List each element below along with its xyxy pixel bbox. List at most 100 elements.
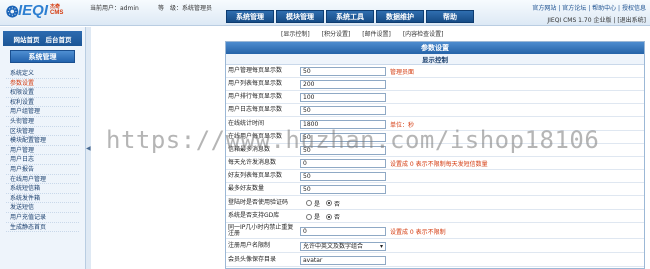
- sidebar: 网站首页 后台首页 系统管理 系统定义 参数设置 权限设置 权利设置 用户组管理…: [0, 27, 86, 269]
- logo-sub: 杰奇: [50, 4, 61, 10]
- setting-row: 用户日志每页显示数 50: [226, 105, 644, 117]
- radio-label: 是: [314, 200, 321, 208]
- nav-tab-modules[interactable]: 模块管理: [276, 10, 324, 23]
- sidebar-menu: 系统定义 参数设置 权限设置 权利设置 用户组管理 头衔管理 区块管理 模块配置…: [6, 69, 79, 233]
- setting-row: 会员头像保存目录 avatar: [226, 254, 644, 267]
- user-list-per-page-input[interactable]: 200: [300, 80, 386, 89]
- radio-label: 是: [314, 214, 321, 221]
- help-center-link[interactable]: 帮助中心: [592, 5, 616, 12]
- top-links: 官方网站 | 官方论坛 | 帮助中心 | 授权信息: [532, 5, 646, 12]
- user-manage-per-page-input[interactable]: 50: [300, 67, 386, 76]
- watermark-text: https://www.huzhan.com/ishop18106: [106, 126, 600, 154]
- official-site-link[interactable]: 官方网站: [532, 5, 556, 12]
- setting-label: 好友列表每页显示数: [228, 172, 283, 180]
- version-text: JIEQI CMS 1.70 企业版: [547, 17, 612, 24]
- setting-row: 用户管理每页显示数 50 管理员面: [226, 66, 644, 78]
- subtab-mail[interactable]: [邮件设置]: [362, 31, 391, 38]
- setting-row: 好友列表每页显示数 50: [226, 171, 644, 183]
- setting-label: 用户管理每页显示数: [228, 67, 283, 75]
- avatar-dir-input[interactable]: avatar: [300, 255, 386, 265]
- main-nav: 系统管理 模块管理 系统工具 数据维护 帮助: [226, 10, 476, 24]
- logo-cms: CMS: [50, 10, 64, 16]
- radio-label: 否: [334, 200, 341, 208]
- ip-register-limit-input[interactable]: 0: [300, 226, 386, 236]
- user-log-per-page-input[interactable]: 50: [300, 106, 386, 115]
- sidebar-item-inbox[interactable]: 系统短信箱: [6, 184, 79, 194]
- friends-per-page-input[interactable]: 50: [300, 172, 386, 181]
- radio-label: 否: [334, 214, 341, 221]
- nav-tab-data[interactable]: 数据维护: [376, 10, 424, 23]
- collapse-arrow-icon[interactable]: ◀: [86, 145, 91, 152]
- setting-row: 用户排行每页显示数 100: [226, 92, 644, 104]
- settings-panel: 参数设置 显示控制 用户管理每页显示数 50 管理员面 用户列表每页显示数 200…: [225, 41, 645, 269]
- sidebar-item-static-home[interactable]: 生成静态首页: [6, 223, 79, 233]
- sidebar-item-system-definition[interactable]: 系统定义: [6, 69, 79, 79]
- nav-tab-system[interactable]: 系统管理: [226, 10, 274, 23]
- setting-note: 设置成 0 表示不限制每天发短信数量: [390, 161, 488, 168]
- setting-label: 用户排行每页显示数: [228, 93, 283, 101]
- dropdown-arrow-icon: ▾: [379, 242, 383, 250]
- setting-label: 注册用户名限制: [228, 241, 271, 249]
- panel-subtitle: 显示控制: [226, 54, 644, 65]
- max-friends-input[interactable]: 50: [300, 185, 386, 194]
- setting-label: 同一IP几小时内禁止重复注册: [228, 223, 294, 237]
- gd-support-no-radio[interactable]: [326, 213, 333, 220]
- logout-link[interactable]: [退出系统]: [617, 17, 646, 24]
- setting-row: 用户列表每页显示数 200: [226, 79, 644, 91]
- setting-note: 管理员面: [390, 69, 415, 76]
- subtab-points[interactable]: [积分设置]: [322, 31, 351, 38]
- sidebar-item-titles[interactable]: 头衔管理: [6, 117, 79, 127]
- nav-tab-tools[interactable]: 系统工具: [326, 10, 374, 23]
- sidebar-item-recharge-log[interactable]: 用户充值记录: [6, 213, 79, 223]
- official-forum-link[interactable]: 官方论坛: [562, 5, 586, 12]
- setting-label: 用户列表每页显示数: [228, 80, 283, 88]
- admin-home-link[interactable]: 后台首页: [46, 34, 72, 44]
- nav-tab-help[interactable]: 帮助: [426, 10, 474, 23]
- sidebar-item-outbox[interactable]: 系统发件箱: [6, 194, 79, 204]
- sidebar-item-online-users[interactable]: 在线用户管理: [6, 175, 79, 185]
- subtab-display-control[interactable]: [显示控制]: [281, 31, 310, 38]
- setting-label: 系统是否支持GD库: [228, 212, 280, 220]
- setting-label: 会员头像保存目录: [228, 255, 277, 263]
- setting-row: 登陆时是否使用验证码 是 否: [226, 197, 644, 210]
- user-rank: 等 级：系统管理员: [158, 5, 213, 12]
- setting-row: 系统是否支持GD库 是 否: [226, 211, 644, 223]
- setting-label: 最多好友数量: [228, 185, 265, 193]
- sidebar-item-blocks[interactable]: 区块管理: [6, 127, 79, 137]
- gd-support-yes-radio[interactable]: [306, 213, 312, 220]
- sidebar-item-module-config[interactable]: 模块配置管理: [6, 136, 79, 146]
- site-home-link[interactable]: 网站首页: [14, 34, 40, 44]
- setting-note: 设置成 0 表示不限制: [390, 228, 446, 236]
- sidebar-item-parameter-settings[interactable]: 参数设置: [6, 79, 79, 89]
- license-info-link[interactable]: 授权信息: [622, 5, 646, 12]
- sidebar-item-user-reports[interactable]: 用户报告: [6, 165, 79, 175]
- subtab-content-check[interactable]: [内容检查设置]: [403, 31, 444, 38]
- login-captcha-no-radio[interactable]: [326, 200, 333, 206]
- sidebar-item-user-groups[interactable]: 用户组管理: [6, 107, 79, 117]
- system-management-button[interactable]: 系统管理: [10, 50, 75, 63]
- logo-symbol-icon: ❂: [6, 3, 19, 21]
- username-restriction-select[interactable]: 允许中英文及数字组合 ▾: [300, 241, 386, 251]
- daily-message-limit-input[interactable]: 0: [300, 159, 386, 168]
- panel-title: 参数设置: [226, 42, 644, 54]
- logo-text: IEQI: [18, 2, 49, 19]
- select-value: 允许中英文及数字组合: [303, 242, 364, 250]
- setting-label: 登陆时是否使用验证码: [228, 198, 289, 206]
- setting-row: 注册用户名限制 允许中英文及数字组合 ▾: [226, 240, 644, 253]
- setting-label: 每天允许发消息数: [228, 159, 277, 167]
- setting-row: 每天允许发消息数 0 设置成 0 表示不限制每天发短信数量: [226, 158, 644, 170]
- settings-subtabs: [显示控制] [积分设置] [邮件设置] [内容检查设置]: [281, 29, 454, 38]
- sidebar-item-user-log[interactable]: 用户日志: [6, 155, 79, 165]
- logo: ❂ IEQI 杰奇 CMS: [6, 2, 64, 24]
- sidebar-item-users[interactable]: 用户管理: [6, 146, 79, 156]
- setting-row: 同一IP几小时内禁止重复注册 0 设置成 0 表示不限制: [226, 224, 644, 239]
- version-info: JIEQI CMS 1.70 企业版 | [退出系统]: [547, 17, 646, 24]
- setting-row: 最多好友数量 50: [226, 184, 644, 196]
- login-captcha-yes-radio[interactable]: [306, 200, 312, 206]
- setting-label: 用户日志每页显示数: [228, 106, 283, 114]
- sidebar-item-permission-settings[interactable]: 权限设置: [6, 88, 79, 98]
- sidebar-item-rights-settings[interactable]: 权利设置: [6, 98, 79, 108]
- user-rank-per-page-input[interactable]: 100: [300, 93, 386, 102]
- sidebar-item-send-message[interactable]: 发送短信: [6, 203, 79, 213]
- current-user: 当前用户：admin: [90, 5, 139, 12]
